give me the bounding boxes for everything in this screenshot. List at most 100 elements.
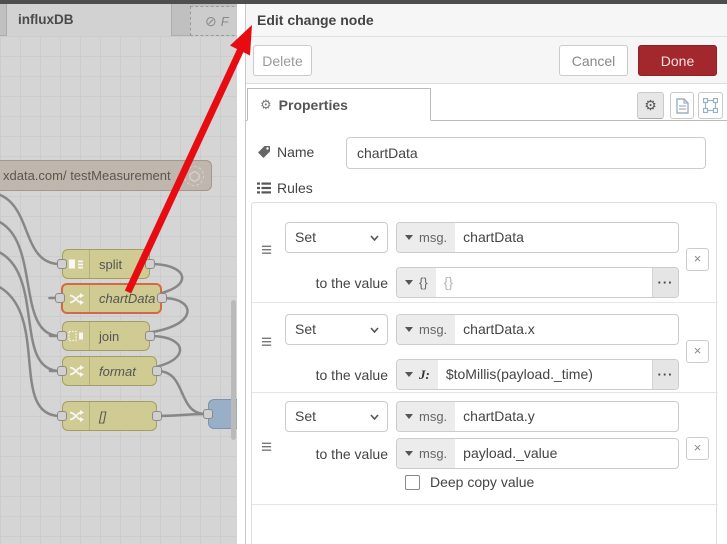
input-port[interactable]: [57, 259, 67, 269]
dropdown-caret-icon: [405, 280, 413, 285]
type-select[interactable]: J:: [397, 360, 438, 389]
divider: [252, 392, 718, 393]
rule1-action-select[interactable]: Set: [285, 222, 388, 253]
list-icon: [257, 182, 271, 194]
wire[interactable]: [156, 369, 207, 416]
input-port[interactable]: [57, 411, 67, 421]
deep-copy-checkbox[interactable]: [405, 475, 420, 490]
node-influxdb[interactable]: xdata.com/ testMeasurement: [0, 160, 212, 191]
output-port[interactable]: [145, 259, 155, 269]
properties-view-button[interactable]: ⚙: [637, 92, 664, 119]
tab-influxdb[interactable]: influxDB: [6, 4, 172, 36]
node-join[interactable]: join: [62, 321, 150, 351]
wire[interactable]: [156, 412, 207, 418]
delete-button[interactable]: Delete: [253, 45, 312, 76]
tab-label: Properties: [278, 96, 348, 113]
input-value[interactable]: {}: [436, 268, 652, 297]
input-value[interactable]: chartData.y: [455, 402, 678, 431]
remove-rule-button[interactable]: ×: [686, 340, 709, 363]
to-value-label: to the value: [315, 446, 388, 462]
to-value-label: to the value: [315, 367, 388, 383]
rule3-value-input[interactable]: msg. payload._value: [396, 438, 679, 469]
type-label: {}: [419, 275, 428, 290]
type-select[interactable]: msg.: [397, 439, 456, 468]
rule1-value-input[interactable]: {} {} ···: [396, 267, 679, 298]
node-format[interactable]: format: [62, 356, 157, 386]
appearance-view-button[interactable]: [698, 92, 723, 119]
join-icon: [63, 322, 90, 350]
input-port[interactable]: [57, 366, 67, 376]
output-port[interactable]: [157, 293, 167, 303]
rule1-property-input[interactable]: msg. chartData: [396, 222, 679, 253]
canvas-scrollbar[interactable]: [231, 300, 236, 440]
type-select[interactable]: msg.: [397, 315, 456, 344]
remove-rule-button[interactable]: ×: [686, 437, 709, 460]
disabled-flow-icon: ⊘: [205, 13, 217, 29]
node-label: join: [99, 328, 120, 344]
select-value: Set: [295, 321, 317, 337]
wire[interactable]: [0, 248, 61, 373]
input-value[interactable]: chartData: [455, 223, 678, 252]
rules-section-label: Rules: [257, 180, 313, 196]
edit-dialog: Edit change node Delete Cancel Done ⚙ Pr…: [245, 4, 727, 544]
tab-properties[interactable]: ⚙ Properties: [247, 88, 431, 121]
input-value[interactable]: $toMillis(payload._time): [438, 360, 652, 389]
workspace-tabbar: influxDB ⊘ F: [0, 4, 237, 36]
node-chartdata-selected[interactable]: chartData: [61, 283, 162, 314]
type-label: msg.: [419, 446, 448, 461]
cancel-button[interactable]: Cancel: [559, 45, 628, 76]
expand-editor-button[interactable]: ···: [652, 268, 678, 297]
jsonata-type-label: J:: [419, 366, 430, 382]
document-icon: [675, 97, 689, 114]
wire[interactable]: [0, 282, 61, 418]
description-view-button[interactable]: [670, 92, 694, 119]
dropdown-caret-icon: [405, 451, 413, 456]
node-label: []: [99, 408, 107, 424]
rule3-action-select[interactable]: Set: [285, 401, 388, 432]
divider: [246, 36, 727, 37]
drag-handle-icon[interactable]: ≡: [261, 241, 272, 260]
rule2-action-select[interactable]: Set: [285, 314, 388, 345]
output-port[interactable]: [152, 366, 162, 376]
type-select[interactable]: {}: [397, 268, 436, 297]
rule2-property-input[interactable]: msg. chartData.x: [396, 314, 679, 345]
divider: [252, 504, 718, 505]
node-label: split: [99, 256, 123, 272]
output-port[interactable]: [145, 331, 155, 341]
tab-label: influxDB: [18, 12, 74, 27]
input-port[interactable]: [203, 409, 213, 419]
change-node-icon: [63, 357, 90, 385]
drag-handle-icon[interactable]: ≡: [261, 333, 272, 352]
input-value[interactable]: chartData.x: [455, 315, 678, 344]
label-text: Name: [277, 144, 315, 160]
input-port[interactable]: [55, 293, 65, 303]
influxdb-badge-icon: [184, 166, 204, 186]
input-value[interactable]: payload._value: [455, 439, 678, 468]
gear-icon: ⚙: [644, 97, 657, 113]
chevron-down-icon: [370, 414, 379, 420]
rule2-value-input[interactable]: J: $toMillis(payload._time) ···: [396, 359, 679, 390]
name-input[interactable]: [346, 137, 706, 169]
node-split[interactable]: split: [62, 249, 150, 279]
drag-handle-icon[interactable]: ≡: [261, 438, 272, 457]
type-select[interactable]: msg.: [397, 223, 456, 252]
node-array[interactable]: []: [62, 401, 157, 431]
type-label: msg.: [419, 409, 448, 424]
input-port[interactable]: [57, 331, 67, 341]
dialog-header: Edit change node Delete Cancel Done: [246, 4, 727, 84]
rule3-property-input[interactable]: msg. chartData.y: [396, 401, 679, 432]
to-value-label: to the value: [315, 275, 388, 291]
type-select[interactable]: msg.: [397, 402, 456, 431]
remove-rule-button[interactable]: ×: [686, 248, 709, 271]
chevron-down-icon: [370, 327, 379, 333]
done-button[interactable]: Done: [638, 45, 717, 76]
tab-label: F: [220, 14, 229, 29]
dropdown-caret-icon: [405, 372, 413, 377]
label-text: Rules: [277, 180, 313, 196]
change-node-icon: [63, 285, 90, 312]
output-port[interactable]: [152, 411, 162, 421]
split-icon: [63, 250, 90, 278]
node-label: xdata.com/ testMeasurement: [3, 168, 171, 183]
expand-editor-button[interactable]: ···: [652, 360, 678, 389]
tab-disabled-flow[interactable]: ⊘ F: [190, 6, 237, 36]
